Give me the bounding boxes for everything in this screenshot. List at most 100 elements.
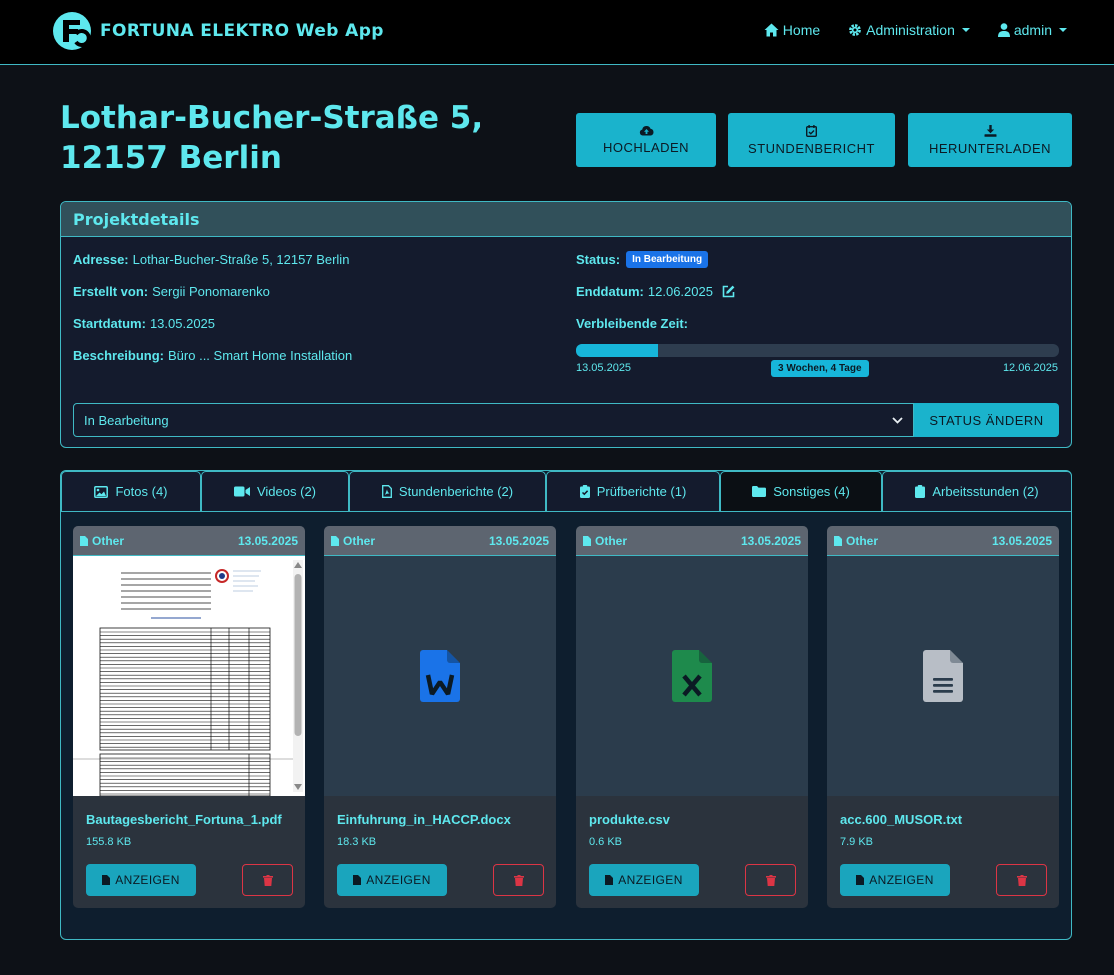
remaining-time-field: Verbleibende Zeit: xyxy=(576,316,692,331)
created-by-value: Sergii Ponomarenko xyxy=(152,284,270,299)
pdf-preview[interactable] xyxy=(73,556,305,796)
file-card: Other 13.05.2025 Bautagesbericht_Fortuna… xyxy=(73,526,305,908)
image-icon xyxy=(94,485,109,498)
trash-icon xyxy=(513,874,524,886)
status-select[interactable]: In Bearbeitung xyxy=(73,403,914,437)
trash-icon xyxy=(1016,874,1027,886)
status-badge: In Bearbeitung xyxy=(626,251,709,268)
file-word-icon xyxy=(420,650,460,702)
download-button[interactable]: HERUNTERLADEN xyxy=(908,113,1072,167)
file-date: 13.05.2025 xyxy=(740,533,801,548)
delete-file-button[interactable] xyxy=(242,864,293,896)
file-name: acc.600_MUSOR.txt xyxy=(840,812,963,827)
remaining-time-badge: 3 Wochen, 4 Tage xyxy=(771,360,869,377)
page-title: Lothar-Bucher-Straße 5, 12157 Berlin xyxy=(60,100,484,176)
tab-inspection-reports[interactable]: Prüfberichte (1) xyxy=(546,471,720,512)
file-card: Other 13.05.2025 Einfuhrung_in_HACCP.doc… xyxy=(324,526,556,908)
nav-home[interactable]: Home xyxy=(764,22,820,38)
file-card: Other 13.05.2025 acc.600_MUSOR.txt 7.9 K… xyxy=(827,526,1059,908)
folder-icon xyxy=(752,486,767,497)
file-preview[interactable] xyxy=(576,556,808,796)
edit-icon[interactable] xyxy=(722,285,735,298)
delete-file-button[interactable] xyxy=(745,864,796,896)
nav-administration-dropdown[interactable]: Administration xyxy=(848,22,970,38)
home-icon xyxy=(764,23,779,37)
download-icon xyxy=(984,124,996,137)
created-by-field: Erstellt von: Sergii Ponomarenko xyxy=(73,284,270,299)
file-icon xyxy=(856,875,865,885)
nav-user-dropdown[interactable]: admin xyxy=(997,22,1067,38)
status-field: Status: In Bearbeitung xyxy=(576,251,709,268)
calendar-check-icon xyxy=(806,124,817,137)
file-card: Other 13.05.2025 produkte.csv 0.6 KB ANZ… xyxy=(576,526,808,908)
project-details-header: Projektdetails xyxy=(61,202,1071,237)
file-icon xyxy=(605,875,614,885)
file-card-header: Other 13.05.2025 xyxy=(827,526,1059,556)
timesheet-button-label: STUNDENBERICHT xyxy=(748,140,875,156)
file-preview[interactable] xyxy=(324,556,556,796)
view-file-button[interactable]: ANZEIGEN xyxy=(337,864,447,896)
tab-videos[interactable]: Videos (2) xyxy=(201,471,349,512)
change-status-button[interactable]: STATUS ÄNDERN xyxy=(914,403,1059,437)
start-date-field: Startdatum: 13.05.2025 xyxy=(73,316,215,331)
view-file-label: ANZEIGEN xyxy=(869,873,934,887)
trash-icon xyxy=(262,874,273,886)
nav-administration-label: Administration xyxy=(866,22,955,38)
file-name: Einfuhrung_in_HACCP.docx xyxy=(337,812,511,827)
cloud-upload-icon xyxy=(639,125,653,136)
file-card-header: Other 13.05.2025 xyxy=(576,526,808,556)
tab-working-hours[interactable]: Arbeitsstunden (2) xyxy=(882,471,1072,512)
view-file-button[interactable]: ANZEIGEN xyxy=(840,864,950,896)
clipboard-check-icon xyxy=(579,485,590,498)
remaining-time-progress xyxy=(576,344,1059,357)
caret-down-icon xyxy=(961,28,970,32)
nav-home-label: Home xyxy=(782,22,821,38)
file-date: 13.05.2025 xyxy=(991,533,1052,548)
description-value: Büro ... Smart Home Installation xyxy=(168,348,353,363)
view-file-button[interactable]: ANZEIGEN xyxy=(86,864,196,896)
fortuna-logo-icon xyxy=(53,12,91,50)
file-preview[interactable] xyxy=(827,556,1059,796)
file-icon xyxy=(80,535,88,546)
end-date-value: 12.06.2025 xyxy=(647,284,713,299)
description-field: Beschreibung: Büro ... Smart Home Instal… xyxy=(73,348,352,363)
tab-other-label: Sonstiges (4) xyxy=(773,484,850,499)
tab-videos-label: Videos (2) xyxy=(256,484,316,499)
file-date: 13.05.2025 xyxy=(488,533,549,548)
pdf-scrollbar[interactable] xyxy=(293,560,303,792)
nav-user-label: admin xyxy=(1013,22,1052,38)
description-label: Beschreibung: xyxy=(73,348,165,363)
file-card-header: Other 13.05.2025 xyxy=(73,526,305,556)
file-icon xyxy=(353,875,362,885)
tab-timesheets[interactable]: Stundenberichte (2) xyxy=(349,471,546,512)
file-category: Other xyxy=(595,533,628,548)
gear-icon xyxy=(849,24,862,36)
file-category: Other xyxy=(92,533,125,548)
start-date-label: Startdatum: xyxy=(73,316,146,331)
pdf-page-thumbnail xyxy=(73,569,293,796)
delete-file-button[interactable] xyxy=(493,864,544,896)
file-excel-icon xyxy=(672,650,712,702)
trash-icon xyxy=(765,874,776,886)
video-icon xyxy=(233,486,250,497)
file-size: 7.9 KB xyxy=(840,836,874,848)
view-file-label: ANZEIGEN xyxy=(618,873,683,887)
file-card-header: Other 13.05.2025 xyxy=(324,526,556,556)
file-icon xyxy=(583,535,591,546)
brand-title: FORTUNA ELEKTRO Web App xyxy=(100,21,384,41)
tab-other[interactable]: Sonstiges (4) xyxy=(720,471,882,512)
view-file-button[interactable]: ANZEIGEN xyxy=(589,864,699,896)
navbar: FORTUNA ELEKTRO Web App Home Administrat… xyxy=(0,0,1114,65)
brand-link[interactable]: FORTUNA ELEKTRO Web App xyxy=(52,11,384,51)
progress-start-date: 13.05.2025 xyxy=(576,362,632,374)
file-icon xyxy=(102,875,111,885)
tab-photos[interactable]: Fotos (4) xyxy=(61,471,201,512)
upload-button[interactable]: HOCHLADEN xyxy=(576,113,716,167)
address-field: Adresse: Lothar-Bucher-Straße 5, 12157 B… xyxy=(73,252,349,267)
view-file-label: ANZEIGEN xyxy=(115,873,180,887)
delete-file-button[interactable] xyxy=(996,864,1047,896)
timesheet-button[interactable]: STUNDENBERICHT xyxy=(728,113,895,167)
remaining-time-label: Verbleibende Zeit: xyxy=(576,316,688,331)
download-button-label: HERUNTERLADEN xyxy=(928,140,1052,156)
tabs-panel: Fotos (4) Videos (2) Stundenberichte (2)… xyxy=(60,470,1072,940)
